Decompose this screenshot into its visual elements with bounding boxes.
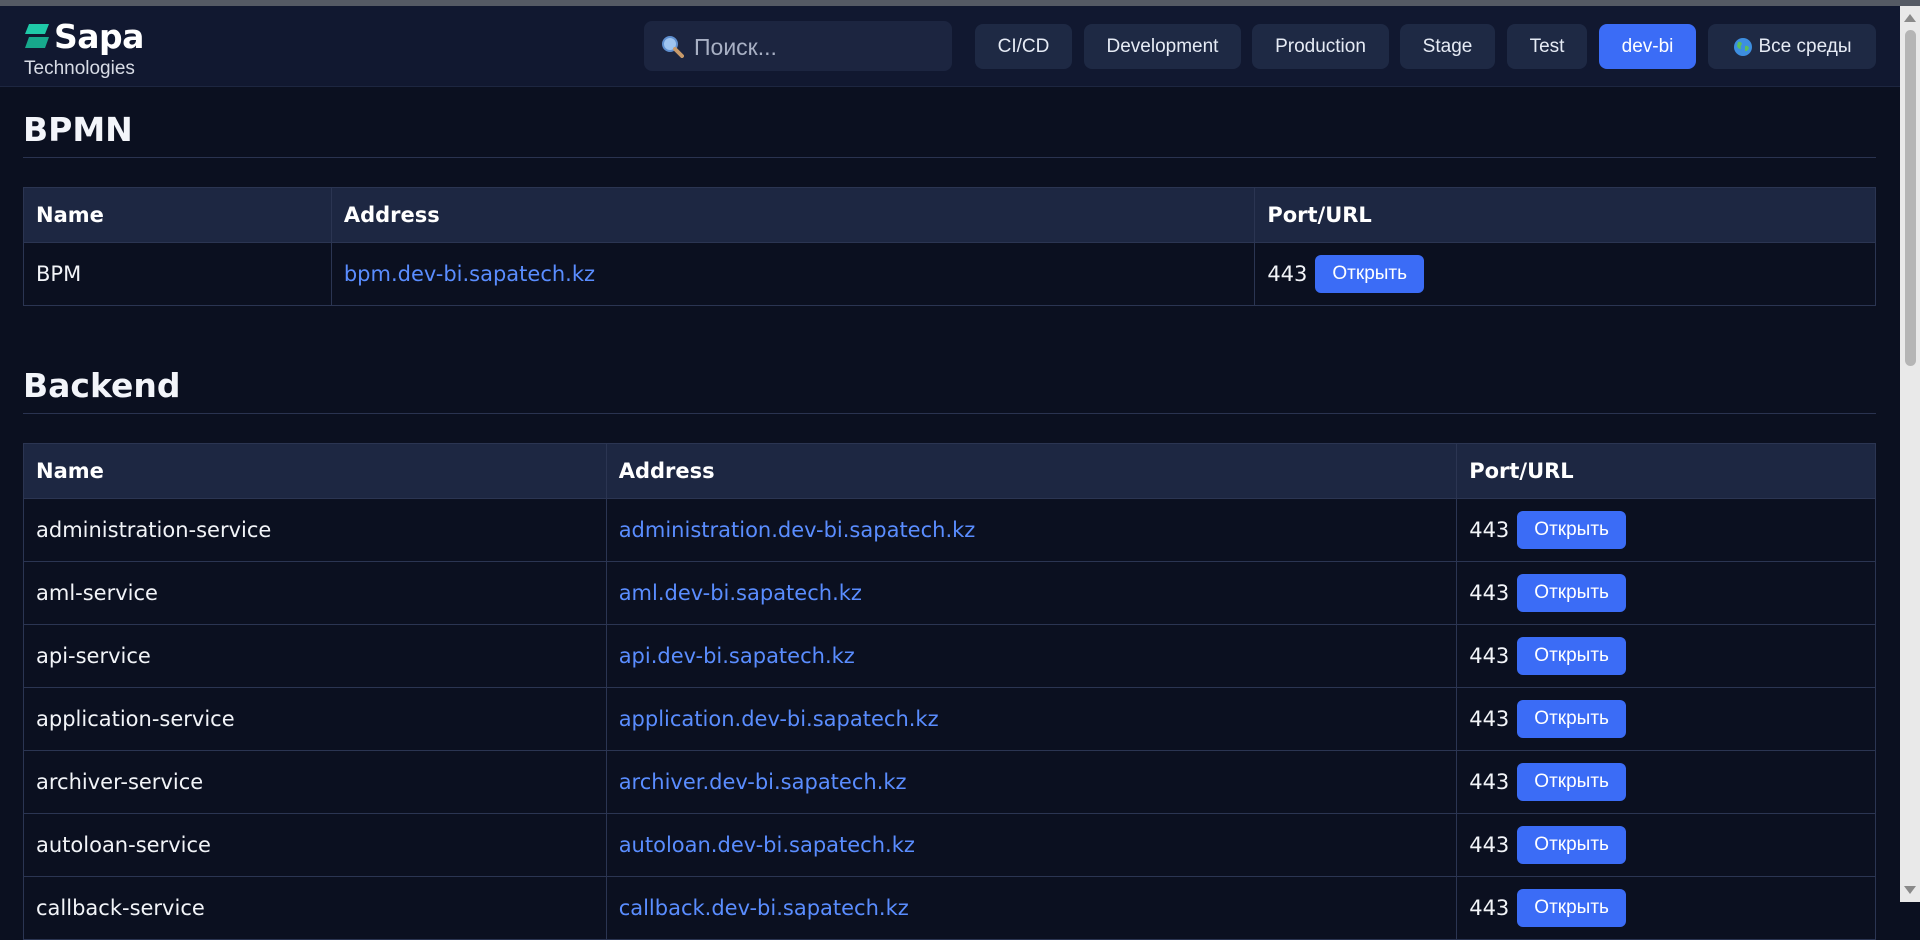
service-address-link[interactable]: callback.dev-bi.sapatech.kz: [619, 896, 909, 920]
service-name: BPM: [23, 242, 332, 306]
env-button-production[interactable]: Production: [1252, 24, 1389, 69]
service-address-link[interactable]: application.dev-bi.sapatech.kz: [619, 707, 939, 731]
service-address-link[interactable]: autoloan.dev-bi.sapatech.kz: [619, 833, 915, 857]
service-port: 443: [1267, 262, 1308, 286]
service-address-link[interactable]: api.dev-bi.sapatech.kz: [619, 644, 855, 668]
service-name: archiver-service: [23, 750, 607, 814]
table-row: administration-service administration.de…: [23, 498, 1876, 562]
open-button[interactable]: Открыть: [1315, 255, 1425, 293]
logo-subtitle: Technologies: [24, 58, 135, 79]
env-button-stage[interactable]: Stage: [1400, 24, 1495, 69]
service-name: callback-service: [23, 876, 607, 940]
open-button[interactable]: Открыть: [1517, 700, 1626, 738]
bpmn-table: Name Address Port/URL BPM bpm.dev-bi.sap…: [23, 187, 1876, 306]
table-row: BPM bpm.dev-bi.sapatech.kz 443 Открыть: [23, 242, 1876, 306]
env-button-all-label: Все среды: [1758, 35, 1852, 57]
service-address-link[interactable]: administration.dev-bi.sapatech.kz: [619, 518, 976, 542]
service-name: autoloan-service: [23, 813, 607, 877]
scroll-down-icon[interactable]: [1904, 886, 1916, 894]
column-header-name: Name: [23, 187, 332, 243]
scrollbar-thumb[interactable]: [1905, 30, 1916, 366]
column-header-port: Port/URL: [1254, 187, 1876, 243]
service-name: administration-service: [23, 498, 607, 562]
column-header-address: Address: [605, 443, 1458, 499]
service-name: aml-service: [23, 561, 607, 625]
service-port: 443: [1469, 518, 1510, 542]
service-name: application-service: [23, 687, 607, 751]
table-header-row: Name Address Port/URL: [23, 187, 1876, 243]
logo[interactable]: Sapa Technologies: [23, 14, 163, 79]
service-address-link[interactable]: archiver.dev-bi.sapatech.kz: [619, 770, 907, 794]
table-row: autoloan-service autoloan.dev-bi.sapatec…: [23, 813, 1876, 877]
table-row: aml-service aml.dev-bi.sapatech.kz 443 От…: [23, 561, 1876, 625]
service-port: 443: [1469, 581, 1510, 605]
table-row: callback-service callback.dev-bi.sapatec…: [23, 876, 1876, 940]
scrollbar[interactable]: [1900, 6, 1920, 902]
open-button[interactable]: Открыть: [1517, 574, 1626, 612]
service-port: 443: [1469, 896, 1510, 920]
open-button[interactable]: Открыть: [1517, 889, 1626, 927]
search-icon: [662, 36, 684, 58]
table-row: application-service application.dev-bi.s…: [23, 687, 1876, 751]
main-content: BPMN Name Address Port/URL BPM bpm.dev-b…: [23, 88, 1876, 940]
column-header-address: Address: [330, 187, 1256, 243]
open-button[interactable]: Открыть: [1517, 637, 1626, 675]
section-title-backend: Backend: [23, 344, 1876, 414]
service-address-link[interactable]: bpm.dev-bi.sapatech.kz: [344, 262, 595, 286]
table-row: api-service api.dev-bi.sapatech.kz 443 От…: [23, 624, 1876, 688]
sapa-logo-icon: [25, 24, 49, 48]
service-port: 443: [1469, 707, 1510, 731]
open-button[interactable]: Открыть: [1517, 511, 1626, 549]
table-row: archiver-service archiver.dev-bi.sapatec…: [23, 750, 1876, 814]
open-button[interactable]: Открыть: [1517, 826, 1626, 864]
env-button-test[interactable]: Test: [1507, 24, 1587, 69]
search-box[interactable]: [644, 21, 952, 73]
column-header-name: Name: [23, 443, 607, 499]
service-port: 443: [1469, 833, 1510, 857]
section-title-bpmn: BPMN: [23, 88, 1876, 158]
env-button-all-environments[interactable]: Все среды: [1708, 24, 1876, 69]
env-button-dev-bi[interactable]: dev-bi: [1599, 24, 1696, 69]
table-header-row: Name Address Port/URL: [23, 443, 1876, 499]
header: Sapa Technologies CI/CD Development Prod…: [0, 6, 1900, 87]
scroll-up-icon[interactable]: [1904, 14, 1916, 22]
backend-table: Name Address Port/URL administration-ser…: [23, 443, 1876, 940]
globe-icon: [1733, 37, 1752, 56]
service-address-link[interactable]: aml.dev-bi.sapatech.kz: [619, 581, 862, 605]
column-header-port: Port/URL: [1456, 443, 1876, 499]
service-name: api-service: [23, 624, 607, 688]
env-button-development[interactable]: Development: [1084, 24, 1241, 69]
logo-name: Sapa: [54, 17, 144, 56]
env-button-cicd[interactable]: CI/CD: [975, 24, 1072, 69]
service-port: 443: [1469, 770, 1510, 794]
service-port: 443: [1469, 644, 1510, 668]
open-button[interactable]: Открыть: [1517, 763, 1626, 801]
search-input[interactable]: [692, 21, 946, 73]
